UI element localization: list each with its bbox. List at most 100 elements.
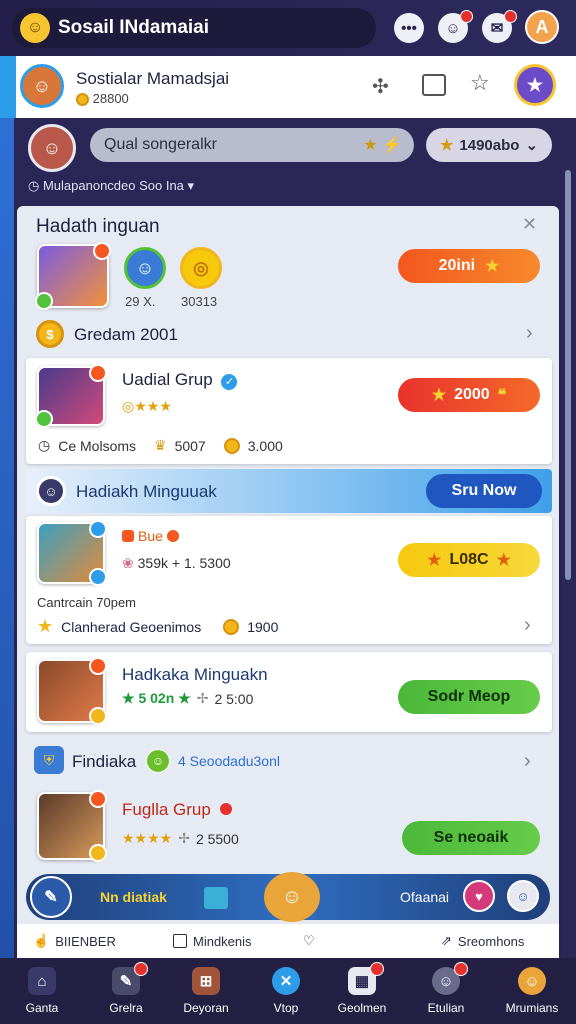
x-icon: ✕ [272, 967, 300, 995]
nav-profile[interactable]: ☺ Mrumians [496, 958, 568, 1024]
tag-icon [122, 530, 134, 542]
like-action[interactable]: ☝ BIIENBER [33, 933, 116, 949]
nav-create[interactable]: ✎ Grelra [90, 958, 162, 1024]
nav-games[interactable]: ▦ Geolmen [326, 958, 398, 1024]
guild-avatar[interactable]: ★ [514, 64, 556, 106]
heart-outline-icon[interactable]: ♡ [303, 933, 315, 949]
face-icon[interactable]: ☺ [438, 10, 473, 43]
scrollbar-thumb[interactable] [565, 170, 571, 580]
coin-icon: $ [36, 320, 64, 348]
chevron-down-icon: ⌄ [525, 137, 539, 154]
join-button[interactable]: Se neoaik [402, 821, 540, 855]
clock-icon: ◷ [38, 437, 51, 453]
rating-stars: ★ 5 02n ★ [122, 690, 191, 706]
more-dots-icon[interactable]: ••• [394, 13, 424, 43]
share-action[interactable]: ⇗ Sreomhons [441, 933, 524, 949]
group-thumbnail[interactable] [37, 790, 107, 862]
stat-label: Clanherad Geoenimos [61, 618, 202, 635]
stat-value: 5007 [174, 437, 206, 454]
stat-value: 29 X. [125, 294, 156, 309]
grid-icon: ▦ [348, 962, 384, 995]
join-button[interactable]: Sodr Meop [398, 680, 540, 714]
join-button-label: Se neoaik [433, 829, 509, 846]
rocket-icon: ✎ [30, 876, 72, 918]
join-button[interactable]: ★ 2000 ❝ [398, 378, 540, 412]
stars-dropdown[interactable]: ★ 1490abo ⌄ [426, 128, 552, 162]
section-title: Findiaka [72, 752, 137, 771]
star-lightning-icon: ★ ⚡ [363, 137, 402, 154]
star-icon: ★ [439, 137, 454, 154]
coin-icon [223, 618, 240, 635]
nav-friends[interactable]: ☺ Etulian [410, 958, 482, 1024]
promo-left-label: Nn diatiak [100, 889, 167, 905]
group-thumbnail[interactable] [37, 520, 107, 586]
user-avatar[interactable]: A [525, 10, 559, 44]
section-subtitle: 4 Seoodadu3onl [178, 753, 280, 769]
nav-explore[interactable]: ⊞ Deyoran [170, 958, 242, 1024]
claim-button[interactable]: 20ini ★ [398, 249, 540, 283]
group-caption: Cantrcain 70pem [37, 595, 136, 610]
sparkle-icon: ✢ [178, 830, 190, 846]
star-icon: ★ [431, 387, 447, 404]
verified-icon: ✓ [221, 374, 238, 390]
search-avatar[interactable]: ☺ [28, 124, 76, 172]
app-title-pill[interactable]: ☺ Sosail INdamaiai [12, 8, 376, 48]
coin-badge-icon [89, 844, 107, 862]
box-icon[interactable] [422, 74, 446, 96]
group-stat-row: ❀ 359k + 1. 5300 [122, 555, 231, 572]
search-input[interactable]: Qual songeralkr ★ ⚡ [90, 128, 414, 162]
group-thumbnail[interactable] [35, 364, 107, 428]
banner-title: Hadiakh Minguuak [76, 482, 217, 501]
banner-button[interactable]: Sru Now [426, 474, 542, 508]
gift-box-icon [204, 887, 228, 909]
chevron-right-icon[interactable]: › [526, 322, 533, 345]
notification-badge [460, 10, 473, 23]
close-icon[interactable]: ✕ [522, 214, 537, 235]
group-title: Uadial Grup [122, 370, 213, 389]
stat-value: 30313 [181, 294, 218, 309]
people-icon: ☺ [432, 962, 468, 995]
check-badge-icon [35, 292, 53, 310]
chevron-right-icon[interactable]: › [524, 614, 531, 637]
promo-right-label: Ofaanai [400, 889, 450, 905]
profile-avatar[interactable]: ☺ [20, 64, 64, 108]
section-title: Gredam 2001 [74, 325, 178, 344]
heart-icon: ❀ [122, 555, 134, 571]
star-outline-icon[interactable]: ☆ [470, 70, 490, 96]
notification-badge [504, 10, 517, 23]
check-badge-icon [35, 410, 53, 428]
notification-badge [454, 962, 468, 976]
hero-thumbnail[interactable] [35, 242, 111, 310]
rating-value: 5 02n [138, 690, 175, 706]
heart-badge-icon[interactable]: ♥ [463, 880, 495, 912]
nav-top[interactable]: ✕ Vtop [250, 958, 322, 1024]
group-thumbnail[interactable] [37, 657, 107, 725]
group-title: Fuglla Grup [122, 800, 211, 819]
rating-stars: ★★★★ [122, 830, 173, 846]
hero-mascot-icon: ☺ [264, 872, 320, 922]
chat-icon[interactable]: ✉ [482, 10, 517, 43]
coin-badge-icon: ◎ [180, 247, 222, 289]
action-label: BIIENBER [55, 933, 116, 949]
home-icon: ⌂ [28, 967, 56, 995]
member-avatar[interactable]: ☺ [124, 247, 166, 289]
star-icon: ★ [37, 616, 54, 636]
friend-avatar[interactable]: ☺ [507, 880, 539, 912]
smiley-icon: ☺ [146, 749, 170, 773]
section-title: Hadath inguan [36, 216, 160, 237]
notification-badge [370, 962, 384, 976]
nav-home[interactable]: ⌂ Ganta [6, 958, 78, 1024]
coin-badge-icon [89, 707, 107, 725]
stat-value: 1900 [247, 618, 279, 635]
comment-action[interactable]: Mindkenis [173, 934, 252, 949]
chevron-right-icon[interactable]: › [524, 750, 531, 773]
check-badge-icon [89, 568, 107, 586]
fire-icon [166, 530, 179, 542]
filter-dropdown[interactable]: ◷ Mulapanoncdeo Soo Ina ▾ [28, 178, 194, 194]
profile-icon: ☺ [518, 967, 546, 995]
map-icon: ⊞ [192, 967, 220, 995]
group-stat: 359k + 1. 5300 [137, 555, 231, 571]
profile-coins: 28800 [76, 91, 129, 107]
puzzle-icon[interactable]: ✣ [372, 74, 389, 99]
join-button[interactable]: ★ L08C ★ [398, 543, 540, 577]
